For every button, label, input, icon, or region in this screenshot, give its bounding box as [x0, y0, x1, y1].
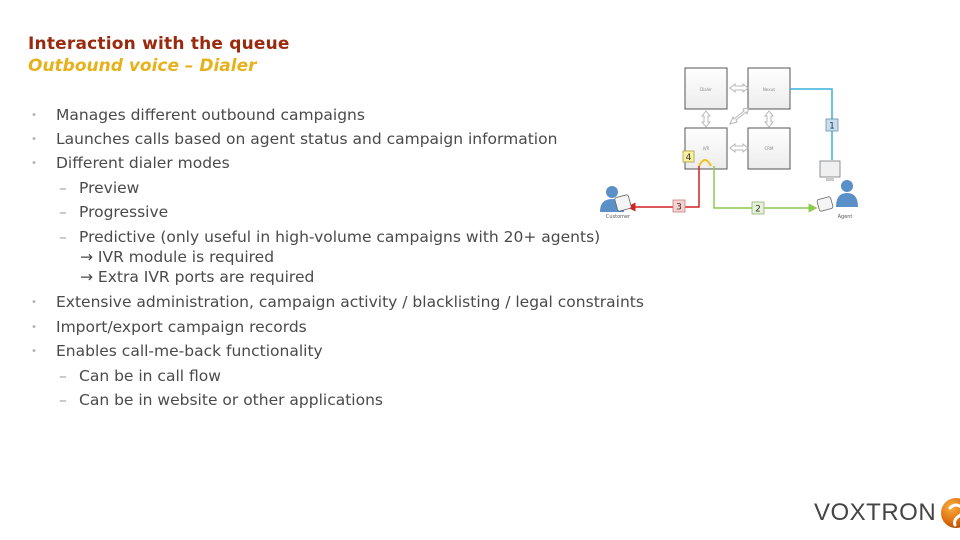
- double-arrow-icon: [700, 110, 712, 128]
- dash-marker: –: [59, 203, 67, 221]
- list-item: → Extra IVR ports are required: [80, 268, 315, 286]
- list-item: Manages different outbound campaigns: [56, 106, 365, 124]
- double-arrow-icon: [729, 107, 750, 125]
- list-item: Can be in website or other applications: [79, 391, 383, 409]
- logo-text: VOXTRON: [814, 499, 937, 526]
- customer-label: Customer: [606, 214, 631, 220]
- box-nexus: Nexus: [747, 67, 791, 110]
- box-crm: CRM: [747, 127, 791, 170]
- box-label: Nexus: [763, 87, 775, 92]
- step-badge-4: 4: [682, 150, 695, 163]
- phone-icon: [614, 194, 632, 212]
- list-item: Launches calls based on agent status and…: [56, 130, 558, 148]
- list-item: Enables call-me-back functionality: [56, 342, 323, 360]
- list-item: Preview: [79, 179, 140, 197]
- step-badge-3: 3: [672, 199, 686, 213]
- step2-line: [713, 166, 818, 213]
- bullet-marker: •: [31, 297, 37, 308]
- step-badge-1: 1: [825, 118, 839, 132]
- list-item: Predictive (only useful in high-volume c…: [79, 228, 601, 246]
- bullet-marker: •: [31, 158, 37, 169]
- box-label: Dialer: [700, 87, 712, 92]
- list-item: Import/export campaign records: [56, 318, 307, 336]
- svg-text:2: 2: [755, 205, 761, 215]
- dialer-flow-diagram: Dialer Nexus IVR CRM 1 4 3 2 Customer Ag…: [600, 67, 858, 220]
- list-item: → IVR module is required: [80, 248, 275, 266]
- box-dialer: Dialer: [684, 67, 728, 110]
- voxtron-logo: VOXTRON: [814, 497, 960, 529]
- agent-label: Agent: [838, 214, 853, 220]
- list-item: Can be in call flow: [79, 367, 221, 385]
- list-item: Extensive administration, campaign activ…: [56, 293, 644, 311]
- voxtron-swirl-icon: [941, 498, 960, 528]
- list-item: Progressive: [79, 203, 169, 221]
- bullet-marker: •: [31, 110, 37, 121]
- step-badge-2: 2: [751, 201, 765, 215]
- dash-marker: –: [59, 391, 67, 409]
- phone-icon: [816, 196, 834, 212]
- box-label: CRM: [764, 146, 774, 151]
- bullet-marker: •: [31, 134, 37, 145]
- box-label: IVR: [703, 146, 710, 151]
- customer-icon: Customer: [600, 186, 632, 220]
- monitor-icon: [819, 160, 841, 178]
- svg-text:3: 3: [676, 203, 682, 213]
- double-arrow-icon: [729, 142, 749, 154]
- slide-title: Interaction with the queue: [28, 34, 290, 54]
- list-item: Different dialer modes: [56, 154, 230, 172]
- double-arrow-icon: [729, 82, 749, 94]
- double-arrow-icon: [763, 110, 775, 128]
- step3-line: [626, 166, 700, 212]
- dash-marker: –: [59, 228, 67, 246]
- dash-marker: –: [59, 367, 67, 385]
- agent-icon: Agent: [816, 160, 858, 220]
- svg-text:1: 1: [829, 122, 835, 132]
- dash-marker: –: [59, 179, 67, 197]
- bullet-marker: •: [31, 322, 37, 333]
- bullet-marker: •: [31, 346, 37, 357]
- svg-text:4: 4: [686, 153, 692, 163]
- slide-subtitle: Outbound voice – Dialer: [28, 56, 257, 76]
